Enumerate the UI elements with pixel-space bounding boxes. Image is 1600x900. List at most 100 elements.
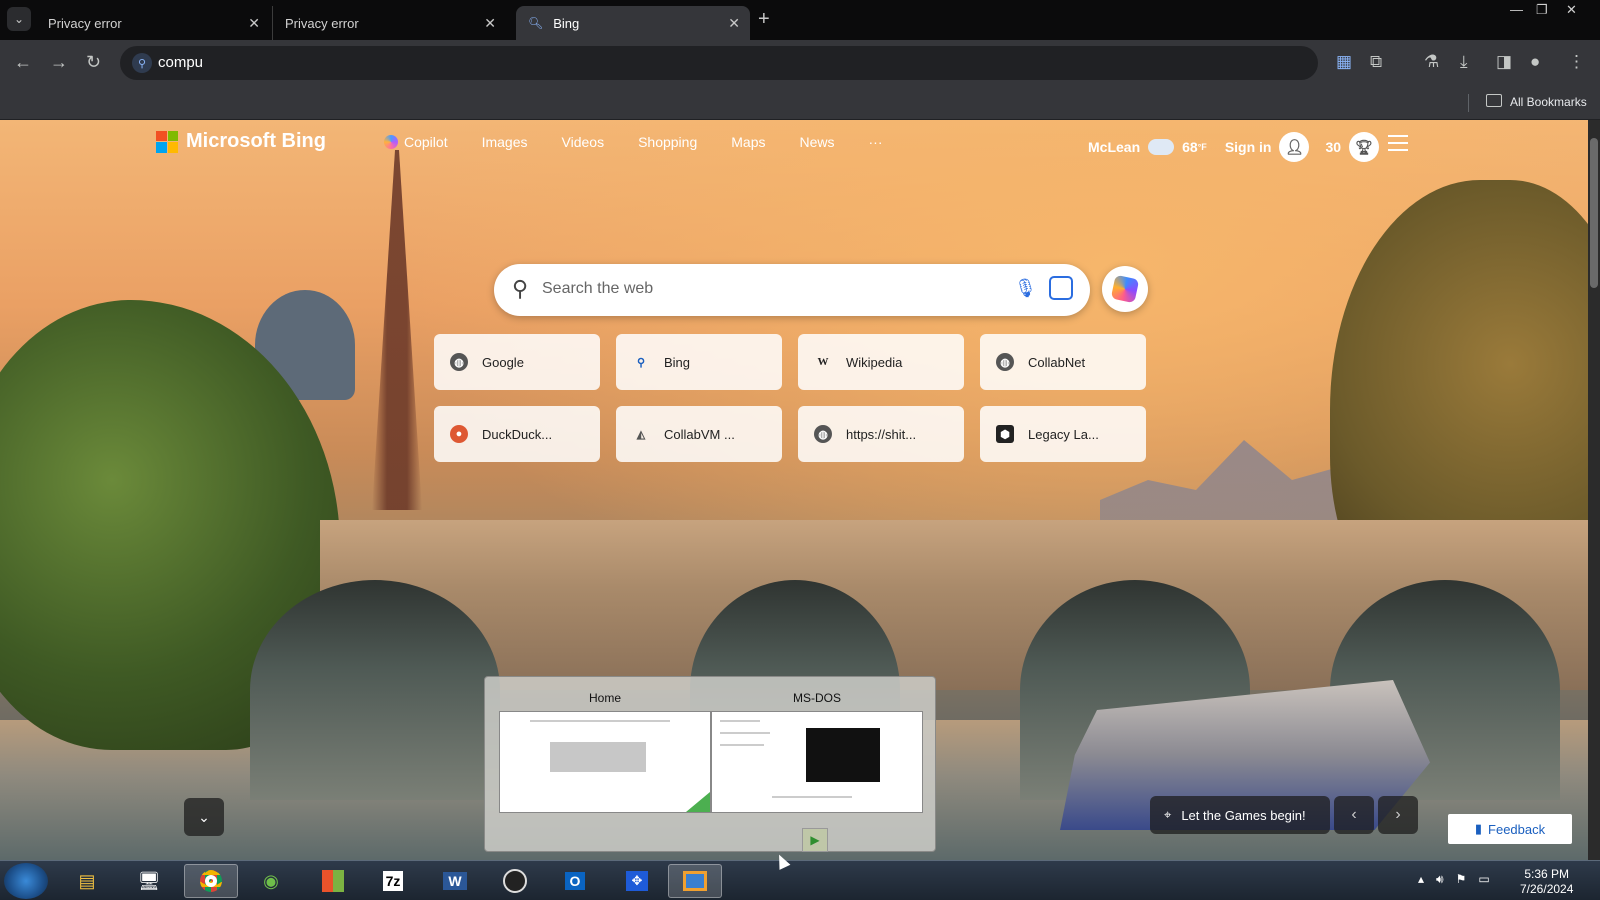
back-button[interactable]: ← [14,52,32,73]
quick-link-label: DuckDuck... [482,426,553,442]
microphone-icon[interactable]: 🎙︎ [1014,278,1037,299]
quick-link-collabnet[interactable]: ◍ CollabNet [980,334,1146,390]
visual-search-icon[interactable] [1049,276,1073,300]
quick-link-label: Legacy La... [1028,426,1099,442]
forward-button[interactable]: → [50,52,68,73]
minimize-button[interactable]: — [1510,2,1523,17]
tab-privacy-error-2[interactable]: Privacy error ✕ [272,6,506,40]
header-right: McLean 68 °F Sign in 👤︎ 30 🏆︎ [1088,131,1380,162]
chrome-icon[interactable] [184,864,238,898]
close-icon[interactable]: ✕ [728,15,740,32]
flag-icon[interactable]: ⚑ [1456,872,1467,887]
globe-icon[interactable]: ◉ [244,864,298,898]
obs-icon[interactable] [488,864,542,898]
quick-link-label: Google [482,354,524,370]
search-input[interactable]: Search the web [542,280,653,298]
image-info-pill[interactable]: ⌖ Let the Games begin! [1150,796,1330,834]
preview-window-msdos[interactable]: MS-DOS [711,691,923,813]
chat-icon: ▮ [1474,821,1483,836]
nav-shopping[interactable]: Shopping [638,134,697,150]
reload-button[interactable]: ↻ [86,52,101,73]
nav-videos[interactable]: Videos [562,134,605,150]
weather-temperature[interactable]: 68 [1182,139,1198,155]
search-icon: ⚲ [636,356,646,369]
tab-strip: ⌄ Privacy error ✕ Privacy error ✕ 🔍︎ Bin… [0,0,1600,40]
extensions-icon[interactable]: ⧉ [1370,52,1382,72]
tab-label: Privacy error [285,15,359,31]
profile-icon[interactable]: ● [1530,52,1540,72]
shield-icon: ⬢ [996,425,1014,443]
translate-icon[interactable]: ▦ [1336,52,1352,72]
page-scrollbar[interactable] [1588,120,1600,860]
location-pin-icon: ⌖ [1164,807,1172,822]
quick-link-legacy[interactable]: ⬢ Legacy La... [980,406,1146,462]
close-window-button[interactable]: ✕ [1566,2,1577,18]
bing-logo[interactable]: Microsoft Bing [156,130,326,153]
scroll-down-button[interactable]: ⌄ [184,798,224,836]
side-panel-icon[interactable]: ◨ [1496,52,1512,72]
tab-privacy-error-1[interactable]: Privacy error ✕ [36,6,270,40]
tab-bing[interactable]: 🔍︎ Bing ✕ [516,6,750,40]
preview-title: Home [588,691,621,705]
nav-more[interactable]: ··· [869,134,883,150]
next-image-button[interactable]: › [1378,796,1418,834]
tray-expand-icon[interactable]: ▴ [1418,872,1424,887]
outlook-icon[interactable]: O [548,864,602,898]
thumb-line [720,744,764,746]
play-icon[interactable]: ▶ [802,828,828,852]
quick-link-collabvm[interactable]: ◭ CollabVM ... [616,406,782,462]
clock[interactable]: 5:36 PM 7/26/2024 [1520,867,1573,897]
weather-location[interactable]: McLean [1088,139,1140,155]
wikipedia-icon: W [817,356,829,368]
search-box[interactable]: ⚲ Search the web 🎙︎ [494,264,1090,316]
nav-maps[interactable]: Maps [731,134,765,150]
feedback-button[interactable]: ▮ Feedback [1448,814,1572,844]
address-bar[interactable]: ⚲ compu [120,46,1318,80]
close-icon[interactable]: ✕ [248,15,260,32]
virtual-machine-icon[interactable] [668,864,722,898]
scrollbar-thumb[interactable] [1590,138,1598,288]
menu-icon[interactable]: ⋮ [1568,52,1585,72]
quick-link-bing[interactable]: ⚲ Bing [616,334,782,390]
office-icon[interactable] [306,864,360,898]
download-icon[interactable]: ⤓ [1460,52,1468,72]
all-bookmarks-button[interactable]: All Bookmarks [1510,95,1587,109]
restore-button[interactable]: ❐ [1536,2,1548,18]
thumb-console [806,728,880,782]
volume-icon[interactable]: 🔊︎ [1436,872,1444,887]
taskbar-preview-popup: Home MS-DOS [484,676,936,852]
close-icon[interactable]: ✕ [484,15,496,32]
eiffel-tower-background [372,150,422,510]
7zip-icon[interactable]: 7z [366,864,420,898]
nav-news[interactable]: News [799,134,834,150]
labs-icon[interactable]: ⚗ [1424,52,1439,72]
folder-icon [1486,94,1502,107]
collabvm-icon: ◭ [636,428,646,441]
rewards-count[interactable]: 30 [1325,139,1341,155]
bing-nav: Copilot Images Videos Shopping Maps News… [384,134,883,150]
copilot-button[interactable] [1102,266,1148,312]
tab-search-button[interactable]: ⌄ [7,7,31,31]
word-icon[interactable]: W [428,864,482,898]
search-icon: ⚲ [132,53,152,73]
avatar-icon[interactable]: 👤︎ [1279,132,1310,162]
quick-link-url[interactable]: ◍ https://shit... [798,406,964,462]
app-icon[interactable]: ✥ [610,864,664,898]
previous-image-button[interactable]: ‹ [1334,796,1374,834]
quick-link-duckduckgo[interactable]: ● DuckDuck... [434,406,600,462]
nav-copilot[interactable]: Copilot [384,134,448,150]
sign-in-link[interactable]: Sign in [1225,139,1272,155]
quick-link-wikipedia[interactable]: W Wikipedia [798,334,964,390]
start-button[interactable] [4,863,48,899]
hamburger-menu-icon[interactable] [1388,135,1408,156]
computer-icon[interactable]: 🖥︎ [122,864,176,898]
nav-images[interactable]: Images [482,134,528,150]
preview-window-home[interactable]: Home [499,691,711,813]
new-tab-button[interactable]: + [758,8,770,31]
network-icon[interactable]: ▭ [1478,872,1489,887]
trophy-icon[interactable]: 🏆︎ [1349,132,1380,162]
browser-toolbar: ← → ↻ ⚲ compu ▦ ⧉ ⚗ ⤓ ◨ ● ⋮ [0,40,1600,86]
file-explorer-icon[interactable]: ▤ [60,864,114,898]
quick-link-google[interactable]: ◍ Google [434,334,600,390]
quick-link-label: CollabNet [1028,354,1086,370]
